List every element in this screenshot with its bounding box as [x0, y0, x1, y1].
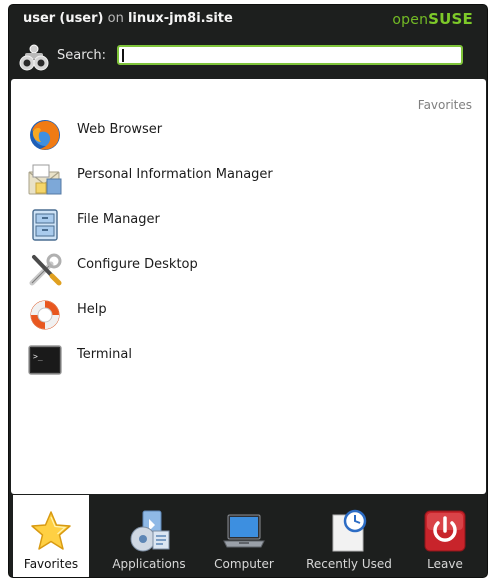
text-cursor: [122, 49, 124, 62]
help-lifebuoy-icon: [27, 297, 63, 333]
search-label: Search:: [57, 48, 107, 63]
host-name: linux-jm8i.site: [127, 11, 233, 26]
user-name: user: [23, 11, 56, 26]
pim-icon: [27, 162, 63, 198]
user-info: user (user) on linux-jm8i.site: [23, 11, 233, 26]
tab-favorites[interactable]: Favorites: [13, 495, 89, 577]
favorite-configure-desktop[interactable]: Configure Desktop: [27, 252, 467, 297]
favorite-label: Help: [77, 302, 107, 317]
power-icon: [423, 509, 467, 553]
brand-suse: SUSE: [428, 10, 473, 28]
tab-label: Recently Used: [306, 557, 392, 571]
tab-bar: Favorites Applications Computer Recently…: [9, 495, 487, 577]
favorite-label: File Manager: [77, 212, 160, 227]
laptop-icon: [222, 509, 266, 553]
menu-header: user (user) on linux-jm8i.site openSUSE …: [9, 5, 487, 77]
favorite-file-manager[interactable]: File Manager: [27, 207, 467, 252]
svg-text:>_: >_: [33, 352, 43, 361]
star-icon: [29, 509, 73, 553]
favorite-label: Terminal: [77, 347, 132, 362]
favorite-pim[interactable]: Personal Information Manager: [27, 162, 467, 207]
favorites-panel: Favorites Web Browser Personal Informati…: [11, 79, 486, 494]
favorite-terminal[interactable]: >_ Terminal: [27, 342, 467, 387]
favorite-label: Personal Information Manager: [77, 167, 273, 182]
tab-label: Computer: [214, 557, 274, 571]
applications-icon: [127, 509, 171, 553]
search-row: Search:: [19, 43, 479, 71]
tab-applications[interactable]: Applications: [103, 495, 195, 577]
favorite-web-browser[interactable]: Web Browser: [27, 117, 467, 162]
tab-computer[interactable]: Computer: [205, 495, 283, 577]
brand-open: open: [392, 12, 429, 28]
tab-label: Leave: [427, 557, 463, 571]
tab-leave[interactable]: Leave: [413, 495, 477, 577]
firefox-icon: [27, 117, 63, 153]
tab-recently-used[interactable]: Recently Used: [295, 495, 403, 577]
tab-label: Favorites: [23, 557, 79, 571]
section-title: Favorites: [417, 98, 472, 112]
recent-clock-icon: [327, 509, 371, 553]
kickoff-menu: user (user) on linux-jm8i.site openSUSE …: [8, 4, 488, 578]
search-input[interactable]: [117, 45, 463, 65]
favorites-list: Web Browser Personal Information Manager: [27, 117, 467, 387]
favorite-label: Web Browser: [77, 122, 163, 137]
user-login: (user): [59, 11, 104, 26]
binoculars-icon: [19, 43, 49, 71]
favorite-label: Configure Desktop: [77, 257, 198, 272]
opensuse-logo: openSUSE: [392, 10, 473, 28]
on-text: on: [107, 11, 124, 26]
tab-label: Applications: [112, 557, 186, 571]
terminal-icon: >_: [27, 342, 63, 378]
configure-icon: [27, 252, 63, 288]
favorite-help[interactable]: Help: [27, 297, 467, 342]
file-manager-icon: [27, 207, 63, 243]
